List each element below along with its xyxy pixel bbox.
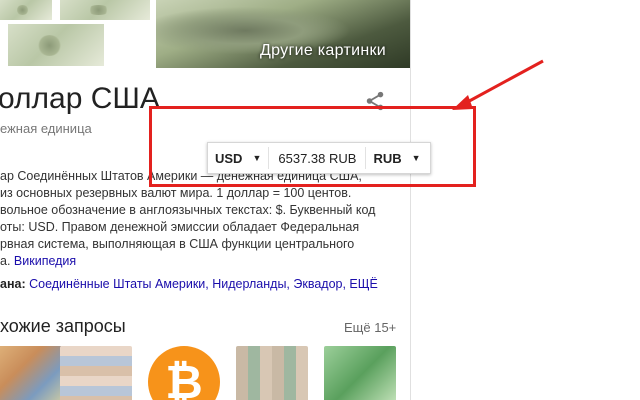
description-last-line: а. Википедия [0, 253, 410, 270]
bitcoin-icon: ₿ [148, 346, 220, 400]
related-search-tile[interactable]: ₿ [148, 346, 220, 400]
description-line: оты: USD. Правом денежной эмиссии облада… [0, 220, 360, 234]
related-searches-heading: хожие запросы [0, 316, 126, 336]
banknote-image[interactable] [0, 0, 52, 20]
countries-link[interactable]: Соединённые Штаты Америки, Нидерланды, Э… [29, 277, 378, 291]
subtitle: ежная единица [0, 121, 92, 136]
description-line: рвная система, выполняющая в США функции… [0, 237, 355, 251]
related-search-tile[interactable] [60, 346, 132, 400]
banknote-image[interactable] [60, 0, 150, 20]
related-more-link[interactable]: Ещё 15+ [344, 320, 396, 335]
banknote-image[interactable] [8, 24, 104, 66]
annotation-arrow-icon [452, 59, 544, 110]
knowledge-panel: Другие картинки оллар США ежная единица … [0, 0, 411, 400]
related-search-tile[interactable] [236, 346, 308, 400]
description-line: вольное обозначение в англоязычных текст… [0, 203, 376, 217]
country-label: ана: [0, 277, 26, 291]
country-row: ана: Соединённые Штаты Америки, Нидерлан… [0, 277, 378, 291]
other-pictures-link[interactable]: Другие картинки [260, 42, 386, 60]
related-search-tile[interactable] [324, 346, 396, 400]
related-search-tile[interactable] [0, 346, 62, 400]
description-line: а. [0, 254, 11, 268]
annotation-box [149, 106, 476, 187]
wikipedia-link[interactable]: Википедия [14, 254, 76, 268]
image-strip[interactable]: Другие картинки [0, 0, 410, 68]
page-title: оллар США [0, 82, 160, 115]
description-line: из основных резервных валют мира. 1 долл… [0, 186, 352, 200]
